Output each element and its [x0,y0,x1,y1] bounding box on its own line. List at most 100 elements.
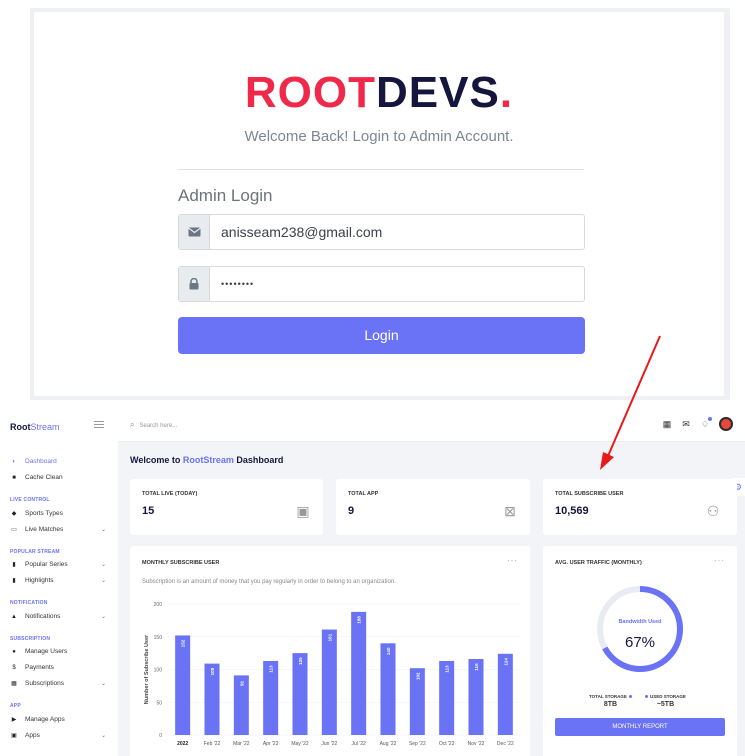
more-icon[interactable]: ··· [714,556,725,565]
data-label: 116 [474,663,479,671]
sidebar-item-manage-users[interactable]: ● Manage Users [10,648,106,655]
page-title: Welcome to RootStream Dashboard [130,455,284,465]
avatar[interactable] [719,417,733,431]
chevron-down-icon: ⌄ [100,527,106,533]
data-label: 152 [181,639,186,647]
section-popular-stream: POPULAR STREAM [10,549,60,555]
dashboard-screen: RootStream ◐ Dashboard ■ Cache Clean LIVE … [0,408,745,756]
x-tick-label: Jun '22 [321,741,337,747]
notification-badge [708,417,712,421]
login-heading: Admin Login [178,186,273,205]
users-icon: ● [12,648,16,655]
monthly-subscribe-panel: MONTHLY SUBSCRIBE USER ··· Subscription … [130,546,530,756]
y-tick-label: 150 [154,635,163,641]
monitor-icon: ▭ [11,526,17,533]
x-tick-label: Apr '22 [263,741,279,747]
data-label: 125 [298,657,303,665]
bar [380,643,396,735]
x-tick-label: Oct '22 [439,741,455,747]
sidebar-item-popular-series[interactable]: ▮ Popular Series ⌄ [10,561,106,568]
monthly-report-button[interactable]: MONTHLY REPORT [555,718,725,736]
y-tick-label: 100 [154,668,163,674]
data-label: 113 [445,665,450,673]
section-app: APP [10,703,21,709]
users-icon: ⚇ [706,503,720,519]
apps-icon: ▣ [11,732,17,739]
sidebar-item-live-matches[interactable]: ▭ Live Matches ⌄ [10,526,106,533]
topbar: ⌕ Search here... ▦ ✉ ♢ [118,408,745,442]
gauge-icon: ◐ [12,458,16,465]
stat-card-total-subscribe-user: TOTAL SUBSCRIBE USER 10,569 ⚇ [543,479,737,535]
sidebar-item-cache-clean[interactable]: ■ Cache Clean [10,474,106,481]
sidebar-item-subscriptions[interactable]: ▦ Subscriptions ⌄ [10,680,106,687]
password-field[interactable]: •••••••• [178,266,585,302]
sidebar-item-dashboard[interactable]: ◐ Dashboard [10,458,106,465]
data-label: 188 [357,616,362,624]
sidebar-item-apps[interactable]: ▣ Apps ⌄ [10,732,106,739]
menu-icon[interactable] [94,421,104,430]
data-label: 161 [327,633,332,641]
sidebar-item-sports-types[interactable]: ◆ Sports Types [10,510,106,517]
email-value: anisseam238@gmail.com [221,224,383,240]
total-storage-legend: TOTAL STORAGE 8TB [589,694,632,708]
x-tick-label: Sep '22 [409,741,426,747]
login-screen: ROOTDEVS. Welcome Back! Login to Admin A… [30,8,730,400]
user-traffic-panel: AVG. USER TRAFFIC (MONTHLY) ··· Bandwidt… [543,546,737,756]
sidebar: RootStream ◐ Dashboard ■ Cache Clean LIVE … [0,408,118,756]
envelope-icon [179,215,210,249]
lock-icon [179,267,210,301]
section-notification: NOTIFICATION [10,600,48,606]
chevron-down-icon: ⌄ [100,614,106,620]
x-tick-label: May '22 [291,741,309,747]
chevron-down-icon: ⌄ [100,578,106,584]
login-card: ROOTDEVS. Welcome Back! Login to Admin A… [34,12,724,396]
search-icon: ⌕ [130,420,135,429]
y-tick-label: 200 [154,602,163,608]
x-tick-label: Feb '22 [204,741,221,747]
monthly-subscribe-chart: 0 50 100 150 200 Number of Subscribe User 152 2… [144,602,520,747]
play-icon: ▶ [11,716,17,723]
app-logo[interactable]: RootStream [10,422,60,432]
section-live-control: LIVE CONTROL [10,497,50,503]
bell-icon: ▲ [11,613,17,620]
grid-icon: ▦ [11,680,17,687]
x-tick-label: 2022 [177,741,188,747]
stat-card-total-live: TOTAL LIVE (TODAY) 15 ▣ [130,479,323,535]
bar [175,635,191,735]
x-tick-label: Nov '22 [468,741,485,747]
app-store-icon: ⊠ [504,503,516,519]
search-input[interactable]: ⌕ Search here... [130,420,177,430]
data-label: 109 [210,667,215,675]
brand-logo: ROOTDEVS. [244,68,514,117]
y-tick-label: 0 [159,733,162,739]
trash-icon: ■ [12,474,16,481]
data-label: 140 [386,647,391,655]
login-button[interactable]: Login [178,317,585,354]
data-label: 124 [503,658,508,666]
x-tick-label: Aug '22 [380,741,397,747]
sidebar-item-payments[interactable]: $ Payments [10,664,106,671]
bar [351,611,367,735]
sidebar-item-highlights[interactable]: ▮ Highlights ⌄ [10,577,106,584]
divider [178,169,584,170]
mail-icon[interactable]: ✉ [681,419,691,429]
email-field[interactable]: anisseam238@gmail.com [178,214,585,250]
bandwidth-gauge: Bandwidth Used 67% [595,584,685,674]
file-icon: ▮ [12,561,16,568]
welcome-text: Welcome Back! Login to Admin Account. [244,128,514,145]
file-icon: ▮ [12,577,16,584]
topbar-icons: ▦ ✉ ♢ [662,417,733,431]
bell-icon[interactable]: ♢ [700,417,712,429]
y-axis-label: Number of Subscribe User [144,634,150,704]
chevron-down-icon: ⌄ [100,562,106,568]
data-label: 91 [239,680,244,686]
data-label: 113 [269,665,274,673]
bar [321,629,337,735]
data-label: 102 [415,672,420,680]
sidebar-item-manage-apps[interactable]: ▶ Manage Apps [10,716,106,723]
grid-icon[interactable]: ▦ [662,419,672,429]
x-tick-label: Jul '22 [352,741,367,747]
used-storage-legend: USED STORAGE ~5TB [645,694,686,708]
video-file-icon: ▣ [296,503,310,519]
sidebar-item-notifications[interactable]: ▲ Notifications ⌄ [10,613,106,620]
